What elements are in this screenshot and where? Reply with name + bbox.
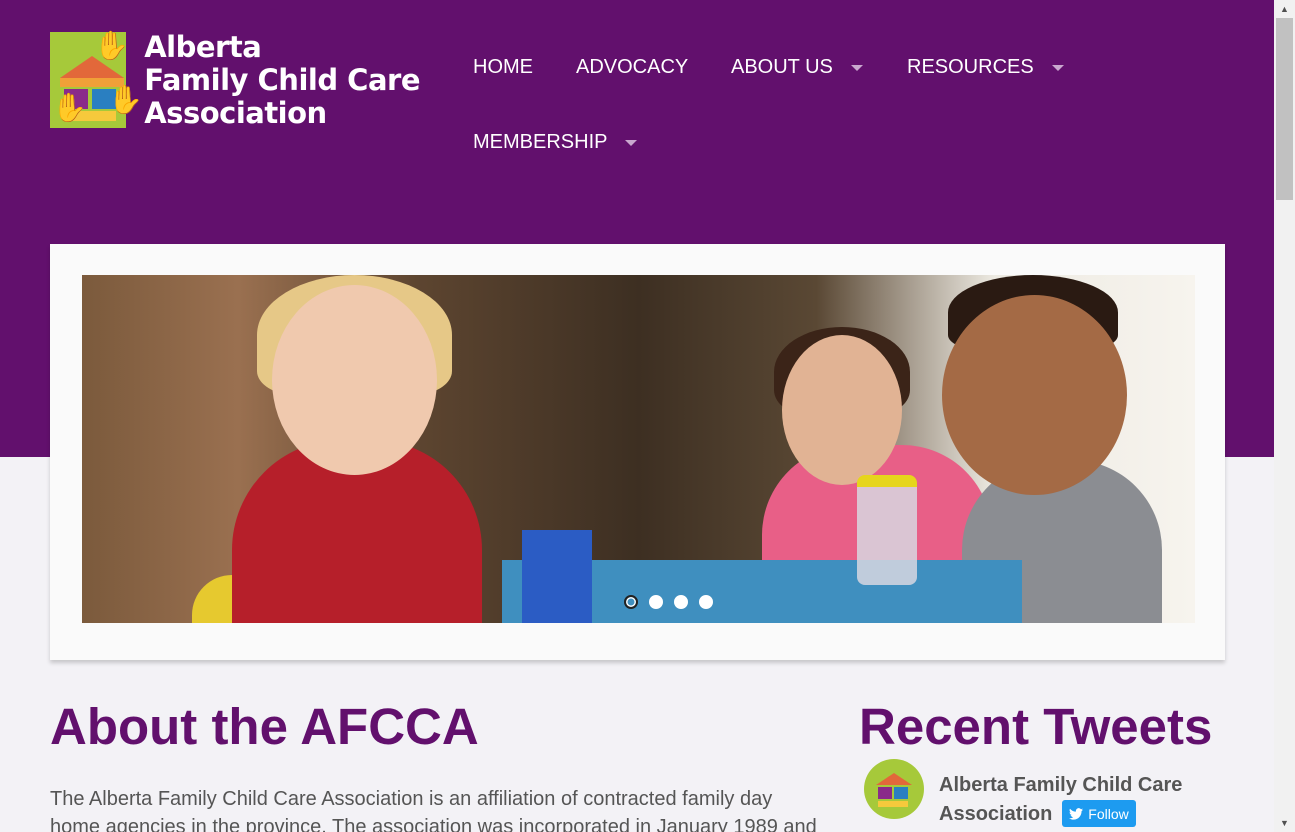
scroll-down-arrow-icon[interactable]: ▼ <box>1274 814 1295 832</box>
twitter-follow-button[interactable]: Follow <box>1062 800 1136 827</box>
slider-dot-2[interactable] <box>649 595 663 609</box>
nav-resources[interactable]: RESOURCES <box>907 56 1064 79</box>
logo-line-2: Family Child Care <box>144 62 420 97</box>
about-paragraph: The Alberta Family Child Care Associatio… <box>50 785 830 832</box>
twitter-bird-icon <box>1069 807 1084 820</box>
twitter-account-line-1: Alberta Family Child Care <box>939 774 1183 796</box>
about-text-line-2: home agencies in the province. The assoc… <box>50 816 817 832</box>
scroll-up-arrow-icon[interactable]: ▲ <box>1274 0 1295 18</box>
nav-home[interactable]: HOME <box>473 56 533 79</box>
nav-about-us-label: ABOUT US <box>731 56 833 78</box>
slide-photo <box>82 275 1195 623</box>
follow-label: Follow <box>1088 805 1129 822</box>
hand-icon: ✋ <box>108 84 143 115</box>
nav-home-label: HOME <box>473 56 533 78</box>
about-text-line-1: The Alberta Family Child Care Associatio… <box>50 788 773 810</box>
recent-tweets-heading: Recent Tweets <box>859 698 1213 755</box>
caret-down-icon <box>625 139 638 146</box>
nav-membership[interactable]: MEMBERSHIP <box>473 131 638 154</box>
nav-resources-label: RESOURCES <box>907 56 1034 78</box>
scrollbar-thumb[interactable] <box>1276 18 1293 200</box>
twitter-account-name[interactable]: Alberta Family Child Care Association <box>939 771 1182 829</box>
logo-line-1: Alberta <box>144 29 262 64</box>
nav-advocacy-label: ADVOCACY <box>576 56 689 78</box>
nav-about-us[interactable]: ABOUT US <box>731 56 863 79</box>
slider-pagination <box>624 595 713 609</box>
caret-down-icon <box>1051 64 1064 71</box>
image-slider[interactable] <box>50 244 1225 660</box>
nav-advocacy[interactable]: ADVOCACY <box>576 56 688 79</box>
caret-down-icon <box>850 64 863 71</box>
site-logo[interactable]: ✋ ✋ ✋ Alberta Family Child Care Associat… <box>50 30 420 130</box>
logo-line-3: Association <box>144 95 327 130</box>
hand-icon: ✋ <box>52 92 87 123</box>
twitter-account-line-2: Association <box>939 803 1053 825</box>
slider-dot-4[interactable] <box>699 595 713 609</box>
nav-membership-label: MEMBERSHIP <box>473 131 608 153</box>
logo-wordmark: Alberta Family Child Care Association <box>144 29 420 130</box>
page-scrollbar[interactable]: ▲ ▼ <box>1274 0 1295 832</box>
twitter-avatar[interactable] <box>864 759 924 819</box>
about-heading: About the AFCCA <box>50 698 479 755</box>
logo-house-icon: ✋ ✋ ✋ <box>50 32 143 128</box>
slider-dot-1[interactable] <box>624 595 638 609</box>
slider-dot-3[interactable] <box>674 595 688 609</box>
